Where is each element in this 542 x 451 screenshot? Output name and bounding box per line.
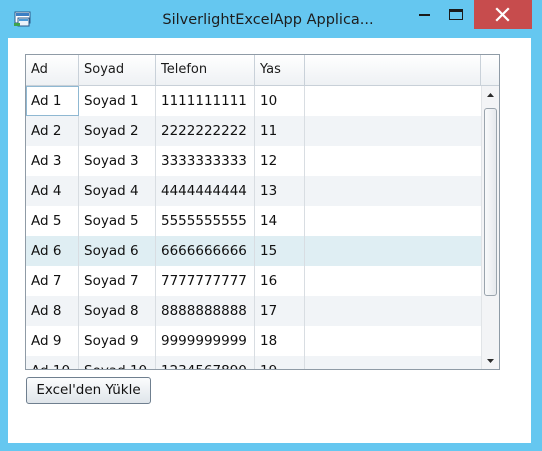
grid-header: Ad Soyad Telefon Yas [26,55,499,86]
cell-yas[interactable]: 17 [255,296,305,326]
table-row[interactable]: Ad 9 Soyad 9 9999999999 18 [26,326,481,356]
cell-ad[interactable]: Ad 6 [26,236,79,266]
minimize-icon [419,14,430,16]
cell-ad[interactable]: Ad 8 [26,296,79,326]
column-header-soyad[interactable]: Soyad [79,55,156,85]
cell-ad[interactable]: Ad 7 [26,266,79,296]
cell-yas[interactable]: 11 [255,116,305,146]
table-row[interactable]: Ad 3 Soyad 3 3333333333 12 [26,146,481,176]
cell-telefon[interactable]: 2222222222 [156,116,255,146]
cell-soyad[interactable]: Soyad 9 [79,326,156,356]
app-window: SilverlightExcelApp Applica... Ad Soyad … [0,0,542,451]
cell-telefon[interactable]: 7777777777 [156,266,255,296]
column-header-yas[interactable]: Yas [255,55,305,85]
data-grid[interactable]: Ad Soyad Telefon Yas Ad 1 Soyad 1 111111… [25,54,500,370]
table-row[interactable]: Ad 2 Soyad 2 2222222222 11 [26,116,481,146]
grid-body: Ad 1 Soyad 1 1111111111 10 Ad 2 Soyad 2 … [26,86,481,369]
close-button[interactable] [474,0,532,29]
cell-soyad[interactable]: Soyad 7 [79,266,156,296]
maximize-button[interactable] [442,0,472,28]
vertical-scrollbar[interactable] [481,86,499,369]
cell-telefon[interactable]: 1111111111 [156,86,255,116]
table-row-selected[interactable]: Ad 6 Soyad 6 6666666666 15 [26,236,481,266]
header-corner [481,55,499,85]
cell-soyad[interactable]: Soyad 5 [79,206,156,236]
cell-ad[interactable]: Ad 10 [26,356,79,369]
scroll-down-arrow-icon[interactable] [482,352,499,369]
cell-soyad[interactable]: Soyad 6 [79,236,156,266]
table-row[interactable]: Ad 8 Soyad 8 8888888888 17 [26,296,481,326]
scroll-up-arrow-icon[interactable] [482,86,499,104]
cell-yas[interactable]: 16 [255,266,305,296]
table-row[interactable]: Ad 7 Soyad 7 7777777777 16 [26,266,481,296]
cell-yas[interactable]: 12 [255,146,305,176]
cell-soyad[interactable]: Soyad 8 [79,296,156,326]
cell-ad[interactable]: Ad 9 [26,326,79,356]
table-row[interactable]: Ad 1 Soyad 1 1111111111 10 [26,86,481,116]
cell-ad[interactable]: Ad 3 [26,146,79,176]
cell-yas[interactable]: 18 [255,326,305,356]
cell-ad[interactable]: Ad 1 [26,86,79,116]
cell-soyad[interactable]: Soyad 4 [79,176,156,206]
title-bar[interactable]: SilverlightExcelApp Applica... [0,0,542,38]
table-row[interactable]: Ad 10 Soyad 10 1234567890 19 [26,356,481,369]
cell-yas[interactable]: 14 [255,206,305,236]
cell-yas[interactable]: 19 [255,356,305,369]
cell-ad[interactable]: Ad 5 [26,206,79,236]
cell-soyad[interactable]: Soyad 10 [79,356,156,369]
scrollbar-thumb[interactable] [484,108,497,296]
table-row[interactable]: Ad 5 Soyad 5 5555555555 14 [26,206,481,236]
cell-telefon[interactable]: 4444444444 [156,176,255,206]
cell-telefon[interactable]: 5555555555 [156,206,255,236]
cell-yas[interactable]: 13 [255,176,305,206]
cell-ad[interactable]: Ad 4 [26,176,79,206]
load-from-excel-button[interactable]: Excel'den Yükle [26,377,151,404]
client-area: Ad Soyad Telefon Yas Ad 1 Soyad 1 111111… [8,38,531,443]
cell-soyad[interactable]: Soyad 2 [79,116,156,146]
cell-telefon[interactable]: 8888888888 [156,296,255,326]
cell-telefon[interactable]: 3333333333 [156,146,255,176]
cell-yas[interactable]: 15 [255,236,305,266]
cell-telefon[interactable]: 1234567890 [156,356,255,369]
column-header-filler [305,55,481,85]
column-header-telefon[interactable]: Telefon [156,55,255,85]
cell-telefon[interactable]: 6666666666 [156,236,255,266]
cell-ad[interactable]: Ad 2 [26,116,79,146]
close-icon [495,7,510,22]
cell-yas[interactable]: 10 [255,86,305,116]
cell-soyad[interactable]: Soyad 1 [79,86,156,116]
maximize-icon [449,9,463,20]
cell-telefon[interactable]: 9999999999 [156,326,255,356]
minimize-button[interactable] [408,0,442,28]
column-header-ad[interactable]: Ad [26,55,79,85]
table-row[interactable]: Ad 4 Soyad 4 4444444444 13 [26,176,481,206]
cell-soyad[interactable]: Soyad 3 [79,146,156,176]
